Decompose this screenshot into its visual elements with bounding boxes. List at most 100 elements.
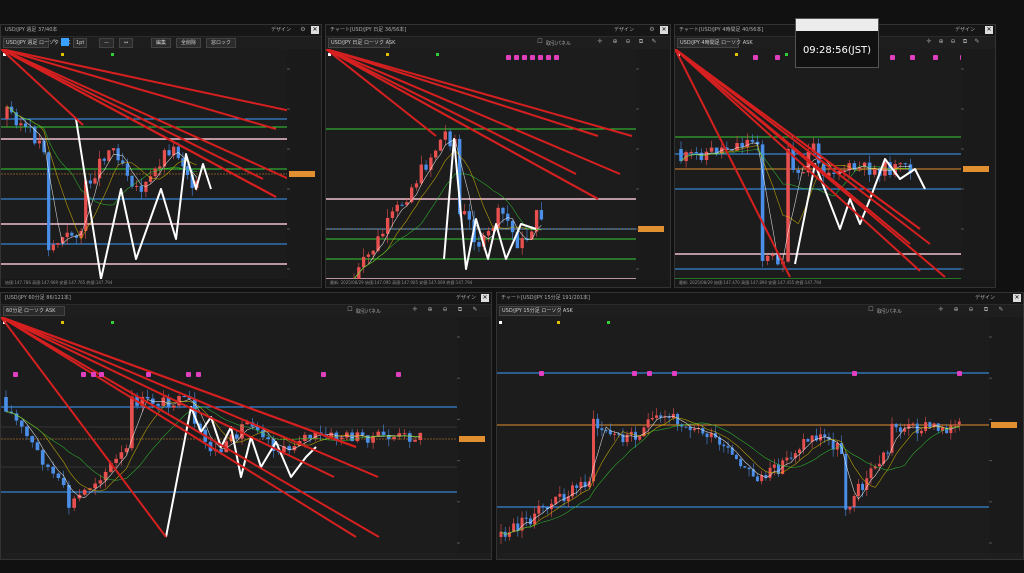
price-chart[interactable] [1, 49, 321, 287]
candle-body [390, 211, 395, 218]
panel-titlebar[interactable]: チャート[USD/JPY 日足 36/56本] デザイン ⚙ ✕ [326, 25, 670, 37]
price-chart[interactable] [497, 317, 1023, 559]
candle-body [915, 423, 919, 434]
panel-title: チャート[USD/JPY 4時間足 40/56本] [679, 27, 764, 33]
event-marker [775, 55, 780, 60]
trade-panel-label[interactable]: 取引パネル [546, 40, 571, 47]
candle-body [4, 397, 8, 412]
candle-body [541, 505, 545, 508]
candle-body [898, 427, 902, 432]
price-chart[interactable] [326, 49, 670, 287]
ohlc-status: 始値:147.786 高値:147.969 安値:147.765 終値:147.… [1, 279, 321, 287]
candle-body [145, 396, 150, 399]
edit-button[interactable]: 編集 [151, 38, 172, 48]
crosshair-icon[interactable]: ✛ [925, 38, 933, 46]
rate-select[interactable]: USD/JPY 週足 ローソク ASK [3, 38, 70, 48]
zoom-out-icon[interactable]: ⊖ [967, 306, 975, 314]
candle-body [434, 150, 438, 158]
pen-icon[interactable]: ✎ [471, 306, 479, 314]
close-icon[interactable]: ✕ [985, 26, 993, 34]
candle-body [395, 204, 399, 212]
event-marker [538, 55, 543, 60]
arrow-style-select[interactable]: ↔ [119, 38, 134, 48]
legend-swatch [735, 53, 738, 56]
candle-body [381, 431, 386, 436]
close-icon[interactable]: ✕ [311, 26, 319, 34]
candle-body [694, 152, 699, 154]
link-icon[interactable]: ⧉ [982, 306, 990, 314]
zoom-in-icon[interactable]: ⊕ [952, 306, 960, 314]
cursor-icon[interactable]: ↖ [51, 38, 59, 46]
panel-title: チャート[USD/JPY 日足 36/56本] [330, 27, 407, 33]
link-icon[interactable]: ⧉ [637, 38, 645, 46]
chart-panel-60m[interactable]: [USD/JPY 60分足 86/121本] デザイン ✕ 60分足 ローソク … [0, 292, 492, 560]
candle-body [789, 457, 793, 459]
clock-titlebar[interactable] [796, 19, 878, 31]
candle-body [877, 463, 881, 467]
span-select[interactable]: 1pt [73, 38, 88, 48]
close-icon[interactable]: ✕ [660, 26, 668, 34]
link-icon[interactable]: ⧉ [961, 38, 969, 46]
event-marker [396, 372, 401, 377]
zoom-in-icon[interactable]: ⊕ [426, 306, 434, 314]
color-icon[interactable] [61, 38, 69, 46]
rate-select[interactable]: 60分足 ローソク ASK [3, 306, 65, 316]
candle-body [596, 418, 600, 429]
rate-select[interactable]: USD/JPY 日足 ローソク ASK [328, 38, 395, 48]
crosshair-icon[interactable]: ✛ [596, 38, 604, 46]
candle-body [709, 147, 714, 152]
zoom-in-icon[interactable]: ⊕ [611, 38, 619, 46]
price-chart[interactable] [675, 49, 995, 287]
trade-panel-icon[interactable]: ☐ [867, 306, 875, 314]
event-marker [647, 371, 652, 376]
close-icon[interactable]: ✕ [481, 294, 489, 302]
close-icon[interactable]: ✕ [1013, 294, 1021, 302]
trade-panel-label[interactable]: 取引パネル [356, 308, 381, 315]
candle-body [37, 140, 42, 144]
candle-body [785, 457, 789, 461]
line-style-select[interactable]: — [99, 38, 114, 48]
price-tag [459, 436, 485, 442]
candle-body [5, 106, 9, 119]
candle-body [14, 112, 18, 126]
rate-select[interactable]: USD/JPY 4時間足 ローソク ASK [677, 38, 753, 48]
crosshair-icon[interactable]: ✛ [411, 306, 419, 314]
rate-select[interactable]: USD/JPY 15分足 ローソク ASK [499, 306, 573, 316]
trade-panel-icon[interactable]: ☐ [346, 306, 354, 314]
link-icon[interactable]: ⧉ [456, 306, 464, 314]
clock-window[interactable]: 09:28:56(JST) [795, 18, 879, 68]
candle-body [111, 148, 116, 151]
pen-icon[interactable]: ✎ [973, 38, 981, 46]
zoom-in-icon[interactable]: ⊕ [937, 38, 945, 46]
panel-titlebar[interactable]: USD/JPY 週足 37/40本 デザイン ⚙ ✕ [1, 25, 321, 37]
settings-icon[interactable]: ⚙ [648, 26, 656, 34]
candle-body [47, 152, 51, 251]
crosshair-icon[interactable]: ✛ [937, 306, 945, 314]
panel-titlebar[interactable]: チャート[USD/JPY 15分足 191/201本] デザイン ✕ [497, 293, 1023, 305]
price-chart[interactable] [1, 317, 491, 559]
candle-body [56, 243, 60, 245]
chart-bg [497, 317, 1023, 553]
candle-body [510, 220, 515, 233]
event-marker [632, 371, 637, 376]
panel-titlebar[interactable]: [USD/JPY 60分足 86/121本] デザイン ✕ [1, 293, 491, 305]
delete-all-button[interactable]: 全削除 [176, 38, 202, 48]
design-label: デザイン [456, 295, 477, 301]
settings-icon[interactable]: ⚙ [299, 26, 307, 34]
candle-body [734, 454, 738, 460]
candle-body [366, 254, 371, 257]
chart-panel-daily[interactable]: チャート[USD/JPY 日足 36/56本] デザイン ⚙ ✕ USD/JPY… [325, 24, 671, 288]
candle-body [831, 440, 835, 450]
zoom-out-icon[interactable]: ⊖ [949, 38, 957, 46]
pen-icon[interactable]: ✎ [650, 38, 658, 46]
pen-icon[interactable]: ✎ [997, 306, 1005, 314]
candle-body [796, 169, 801, 173]
zoom-out-icon[interactable]: ⊖ [624, 38, 632, 46]
zoom-out-icon[interactable]: ⊖ [441, 306, 449, 314]
chart-panel-weekly[interactable]: USD/JPY 週足 37/40本 デザイン ⚙ ✕ USD/JPY 週足 ロー… [0, 24, 322, 288]
trade-panel-label[interactable]: 取引パネル [877, 308, 902, 315]
trade-panel-icon[interactable]: ☐ [536, 38, 544, 46]
chart-panel-15m[interactable]: チャート[USD/JPY 15分足 191/201本] デザイン ✕ USD/J… [496, 292, 1024, 560]
candle-body [70, 232, 74, 236]
window-lock-button[interactable]: 窓ロック [206, 38, 237, 48]
